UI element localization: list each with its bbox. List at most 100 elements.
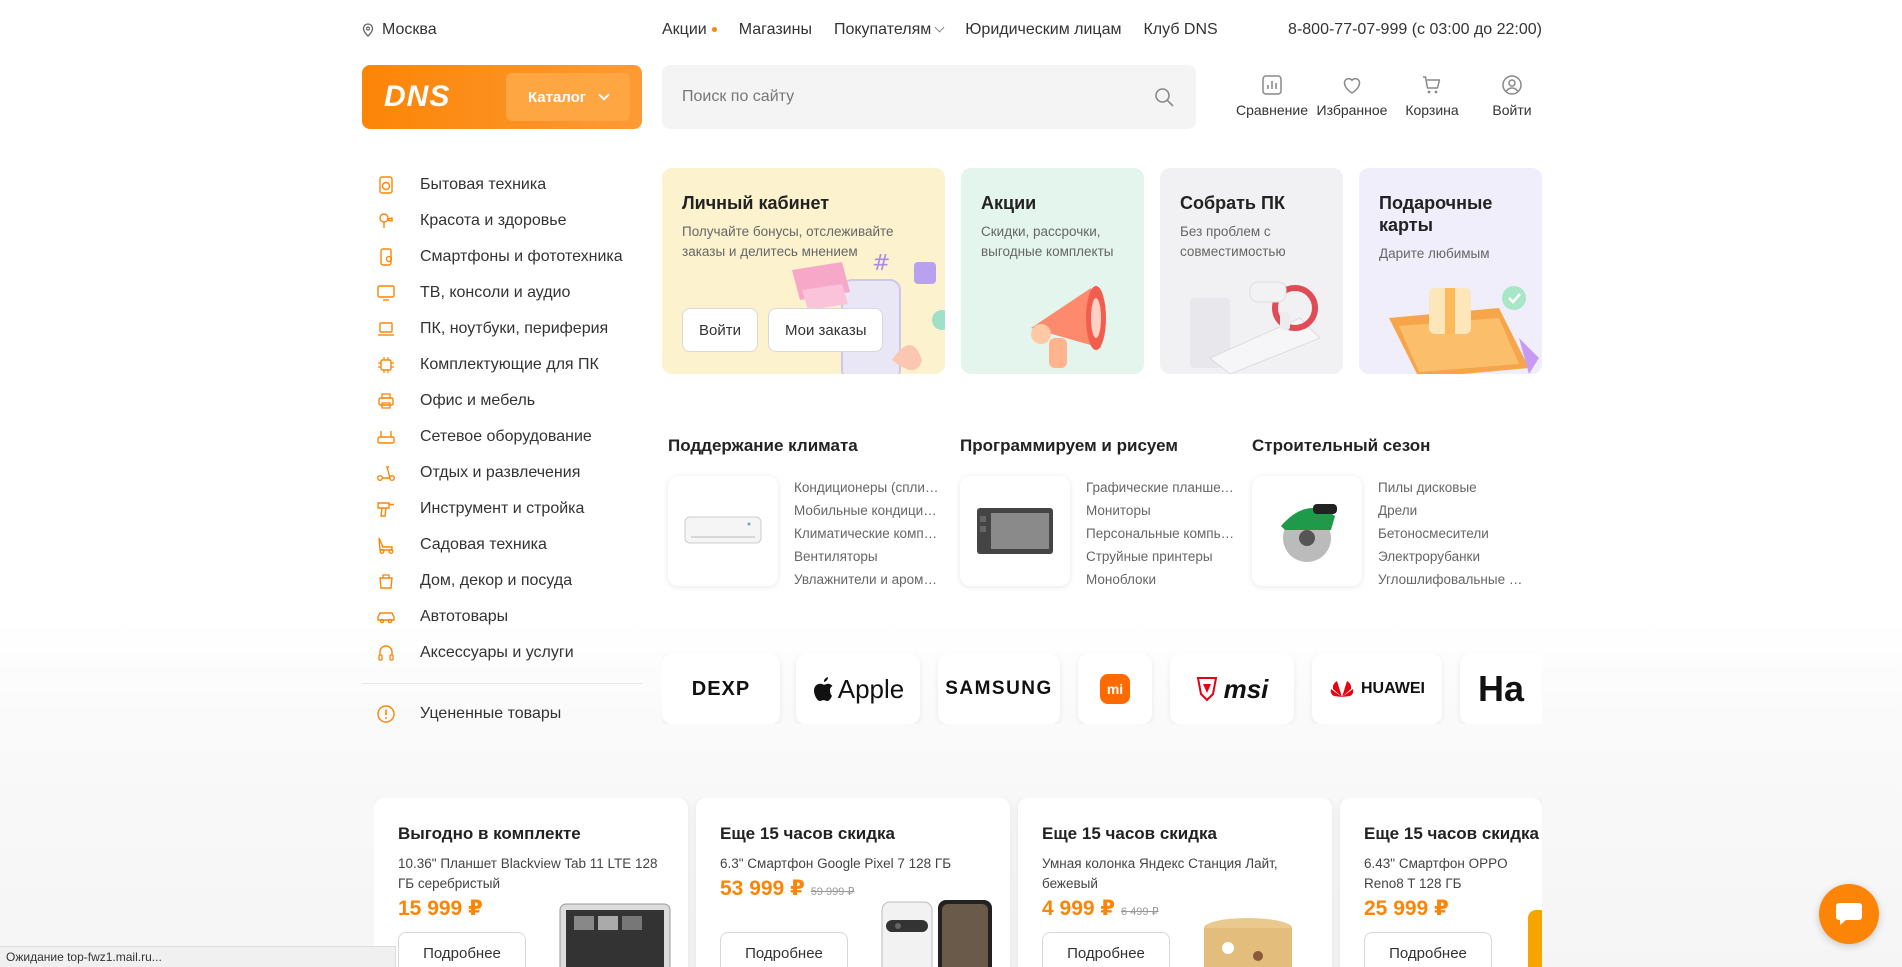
collection-thumbnail[interactable] <box>668 476 778 586</box>
dns-logo[interactable]: DNS <box>384 80 450 114</box>
city-name: Москва <box>382 21 437 38</box>
brand-huawei[interactable]: HUAWEI <box>1312 654 1442 724</box>
sidebar-item-garden[interactable]: Садовая техника <box>362 527 642 563</box>
top-bar: Москва Акции Магазины Покупателям Юридич… <box>362 0 1542 60</box>
brand-name: DEXP <box>691 677 751 700</box>
details-button[interactable]: Подробнее <box>720 932 848 967</box>
login-button[interactable]: Войти <box>1472 73 1552 118</box>
promo-text: Без проблем с совместимостью <box>1180 224 1286 259</box>
sidebar-item-label: Садовая техника <box>420 536 547 553</box>
collection-link[interactable]: Графические планшеты <box>1086 480 1236 503</box>
collection-title[interactable]: Строительный сезон <box>1252 436 1532 456</box>
brand-apple[interactable]: Apple <box>796 654 920 724</box>
login-button[interactable]: Войти <box>682 308 758 352</box>
sidebar-item-auto[interactable]: Автотовары <box>362 599 642 635</box>
top-nav: Акции Магазины Покупателям Юридическим л… <box>662 21 1218 39</box>
promo-sales[interactable]: Акции Скидки, рассрочки, выгодные компле… <box>961 168 1144 374</box>
collection-link[interactable]: Струйные принтеры <box>1086 549 1236 572</box>
collection-link[interactable]: Дрели <box>1378 503 1528 526</box>
sidebar-item-smartphones[interactable]: Смартфоны и фототехника <box>362 239 642 275</box>
collection-link[interactable]: Увлажнители и ароматизаторы <box>794 572 944 595</box>
smartphone-image <box>881 900 992 967</box>
deal-title: Выгодно в комплекте <box>398 824 581 843</box>
my-orders-button[interactable]: Мои заказы <box>767 308 884 352</box>
scooter-icon <box>377 466 395 481</box>
product-name[interactable]: 10.36" Планшет Blackview Tab 11 LTE 128 … <box>398 854 658 894</box>
deal-card[interactable]: Выгодно в комплекте 10.36" Планшет Black… <box>374 798 688 967</box>
deal-card[interactable]: Еще 15 часов скидка 6.43" Смартфон OPPO … <box>1340 798 1542 967</box>
chat-button[interactable] <box>1819 884 1879 944</box>
sidebar-item-label: Смартфоны и фототехника <box>420 248 623 265</box>
brand-haier[interactable]: Ha <box>1460 654 1542 724</box>
sidebar-item-components[interactable]: Комплектующие для ПК <box>362 347 642 383</box>
details-button[interactable]: Подробнее <box>1364 932 1492 967</box>
chevron-down-icon <box>934 22 945 33</box>
price-value: 53 999 ₽ <box>720 877 805 900</box>
brand-samsung[interactable]: SAMSUNG <box>938 654 1060 724</box>
nav-promotions[interactable]: Акции <box>662 21 717 39</box>
deal-card[interactable]: Еще 15 часов скидка 6.3" Смартфон Google… <box>696 798 1010 967</box>
promo-account[interactable]: Личный кабинет Получайте бонусы, отслежи… <box>662 168 945 374</box>
compare-button[interactable]: Сравнение <box>1232 73 1312 118</box>
collection-link[interactable]: Мобильные кондиционеры <box>794 503 944 526</box>
sidebar-item-discounted[interactable]: Уцененные товары <box>362 696 642 732</box>
brand-dexp[interactable]: DEXP <box>662 654 780 724</box>
search-icon[interactable] <box>1154 87 1174 107</box>
phone-number[interactable]: 8-800-77-07-999 (с 03:00 до 22:00) <box>1288 21 1542 39</box>
deal-card[interactable]: Еще 15 часов скидка Умная колонка Яндекс… <box>1018 798 1332 967</box>
promo-cards: Личный кабинет Получайте бонусы, отслежи… <box>662 168 1542 374</box>
nav-dns-club[interactable]: Клуб DNS <box>1143 21 1217 39</box>
sidebar-item-tv[interactable]: ТВ, консоли и аудио <box>362 275 642 311</box>
sidebar-item-appliances[interactable]: Бытовая техника <box>362 167 642 203</box>
promo-gift-cards[interactable]: Подарочные карты Дарите любимым <box>1359 168 1542 374</box>
city-selector[interactable]: Москва <box>362 21 662 39</box>
cart-button[interactable]: Корзина <box>1392 73 1472 118</box>
favorites-button[interactable]: Избранное <box>1312 73 1392 118</box>
promo-title: Подарочные карты <box>1379 193 1493 235</box>
details-button[interactable]: Подробнее <box>1042 932 1170 967</box>
sidebar-item-tools[interactable]: Инструмент и стройка <box>362 491 642 527</box>
collection-link[interactable]: Персональные компьютеры <box>1086 526 1236 549</box>
sidebar-item-network[interactable]: Сетевое оборудование <box>362 419 642 455</box>
product-name[interactable]: 6.3" Смартфон Google Pixel 7 128 ГБ белы… <box>720 854 980 874</box>
brand-xiaomi[interactable]: mi <box>1078 654 1152 724</box>
sidebar-item-accessories[interactable]: Аксессуары и услуги <box>362 635 642 671</box>
collection-link[interactable]: Бетоносмесители <box>1378 526 1528 549</box>
product-name[interactable]: Умная колонка Яндекс Станция Лайт, бежев… <box>1042 854 1302 894</box>
brand-msi[interactable]: msi <box>1170 654 1294 724</box>
details-button[interactable]: Подробнее <box>398 932 526 967</box>
search-input[interactable] <box>662 65 1142 129</box>
collection-link[interactable]: Углошлифовальные машины <box>1378 572 1528 595</box>
sidebar-item-office[interactable]: Офис и мебель <box>362 383 642 419</box>
pc-parts-illustration <box>1190 281 1321 374</box>
collection-thumbnail[interactable] <box>1252 476 1362 586</box>
collection-link[interactable]: Кондиционеры (сплит-системы) <box>794 480 944 503</box>
nav-stores[interactable]: Магазины <box>739 21 812 39</box>
promo-build-pc[interactable]: Собрать ПК Без проблем с совместимостью <box>1160 168 1343 374</box>
collection-link[interactable]: Мониторы <box>1086 503 1236 526</box>
sidebar-item-leisure[interactable]: Отдых и развлечения <box>362 455 642 491</box>
nav-customers[interactable]: Покупателям <box>834 21 945 39</box>
promo-title: Личный кабинет <box>682 193 830 213</box>
brand-name: Ha <box>1478 668 1525 709</box>
collection-link[interactable]: Вентиляторы <box>794 549 944 572</box>
collection-thumbnail[interactable] <box>960 476 1070 586</box>
collection-title[interactable]: Поддержание климата <box>668 436 948 456</box>
sidebar-item-pc[interactable]: ПК, ноутбуки, периферия <box>362 311 642 347</box>
browser-status-bar: Ожидание top-fwz1.mail.ru... <box>0 946 396 967</box>
collection-link[interactable]: Моноблоки <box>1086 572 1236 595</box>
collection-title[interactable]: Программируем и рисуем <box>960 436 1240 456</box>
user-icon <box>1502 75 1522 95</box>
collection-link[interactable]: Климатические комплексы <box>794 526 944 549</box>
sidebar-item-beauty[interactable]: Красота и здоровье <box>362 203 642 239</box>
nav-business[interactable]: Юридическим лицам <box>965 21 1121 39</box>
product-name[interactable]: 6.43" Смартфон OPPO Reno8 T 128 ГБ оранж… <box>1364 854 1534 894</box>
catalog-button[interactable]: Каталог <box>506 73 630 121</box>
collection-link[interactable]: Электрорубанки <box>1378 549 1528 572</box>
apple-logo-icon <box>813 677 833 701</box>
deals-carousel: Выгодно в комплекте 10.36" Планшет Black… <box>374 798 1542 967</box>
cpu-icon <box>378 357 394 373</box>
sidebar-item-home[interactable]: Дом, декор и посуда <box>362 563 642 599</box>
sidebar-item-label: ТВ, консоли и аудио <box>420 284 571 301</box>
collection-link[interactable]: Пилы дисковые <box>1378 480 1528 503</box>
